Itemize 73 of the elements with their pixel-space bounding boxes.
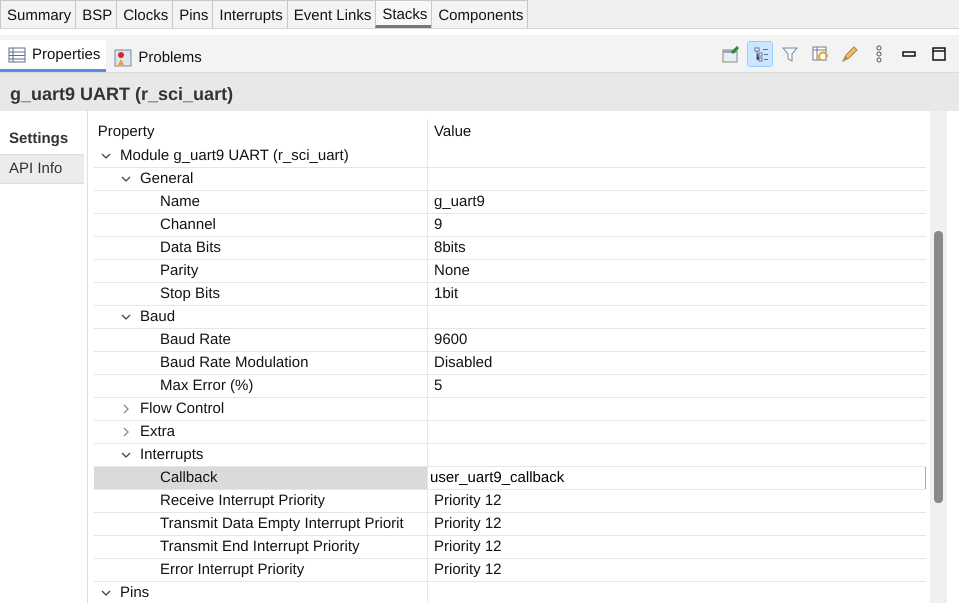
- scrollbar[interactable]: [930, 111, 947, 603]
- pin-window-icon: [721, 44, 740, 62]
- pen-icon: [840, 44, 858, 62]
- tree-row[interactable]: Error Interrupt Priority Priority 12: [94, 559, 926, 582]
- property-name: Module g_uart9 UART (r_sci_uart): [120, 146, 349, 166]
- property-value: Priority 12: [434, 560, 502, 580]
- tree-row[interactable]: Module g_uart9 UART (r_sci_uart): [94, 145, 926, 168]
- editor-tab[interactable]: Components: [431, 0, 528, 28]
- property-name: Baud Rate Modulation: [160, 352, 308, 373]
- tree-row[interactable]: Baud Rate 9600: [94, 329, 926, 352]
- property-name: Baud: [140, 306, 176, 327]
- property-name: Transmit End Interrupt Priority: [160, 536, 360, 557]
- property-value: 5: [434, 376, 442, 396]
- property-name: Error Interrupt Priority: [160, 560, 304, 580]
- side-tab[interactable]: API Info: [0, 154, 84, 184]
- scrollbar-thumb[interactable]: [934, 231, 943, 503]
- tree-row[interactable]: Callback user_uart9_callback: [94, 467, 926, 490]
- property-name: Max Error (%): [160, 376, 254, 396]
- tree-row[interactable]: Receive Interrupt Priority Priority 12: [94, 490, 926, 513]
- tree-row[interactable]: General: [94, 168, 926, 191]
- tree-row[interactable]: Max Error (%) 5: [94, 375, 926, 398]
- property-name: Pins: [120, 582, 150, 603]
- tree-row[interactable]: Transmit End Interrupt Priority Priority 12: [94, 536, 926, 559]
- minimize-icon: [902, 50, 916, 56]
- tree-row[interactable]: Parity None: [94, 260, 926, 283]
- tree-row[interactable]: Name g_uart9: [94, 191, 926, 214]
- tree-row[interactable]: Transmit Data Empty Interrupt Priorit Priority 12: [94, 513, 926, 536]
- tree-row[interactable]: Channel 9: [94, 214, 926, 237]
- tree-button[interactable]: [747, 40, 773, 66]
- property-name: Extra: [140, 422, 176, 442]
- editor-tab[interactable]: Summary: [0, 0, 76, 28]
- tree-row[interactable]: Baud: [94, 306, 926, 329]
- property-value: 9600: [434, 330, 468, 350]
- property-name: Baud Rate: [160, 330, 231, 350]
- tree-row[interactable]: Data Bits 8bits: [94, 237, 926, 260]
- view-menu-icon: [876, 44, 882, 62]
- tree-row[interactable]: Baud Rate Modulation Disabled: [94, 352, 926, 375]
- property-name: Transmit Data Empty Interrupt Priorit: [160, 514, 404, 534]
- problems-icon: [114, 48, 132, 67]
- property-value: 9: [434, 214, 442, 235]
- editor-tab[interactable]: Stacks: [375, 0, 432, 28]
- view-tab[interactable]: Properties: [0, 40, 106, 72]
- property-name: Flow Control: [140, 398, 224, 419]
- property-name: Stop Bits: [160, 284, 220, 304]
- view-tab[interactable]: Problems: [106, 42, 208, 72]
- property-name: Channel: [160, 214, 216, 235]
- property-name: Interrupts: [140, 444, 204, 465]
- property-value: 8bits: [434, 238, 466, 258]
- tree-row[interactable]: Stop Bits 1bit: [94, 283, 926, 306]
- property-name: Data Bits: [160, 238, 221, 258]
- property-value: 1bit: [434, 284, 458, 304]
- property-value: None: [434, 260, 470, 281]
- panel-title: g_uart9 UART (r_sci_uart): [0, 73, 959, 111]
- property-value: Priority 12: [434, 536, 502, 557]
- property-value: g_uart9: [434, 192, 485, 212]
- property-name: General: [140, 168, 194, 189]
- maximize-icon: [930, 44, 948, 62]
- property-value: Disabled: [434, 352, 492, 373]
- filter-icon: [780, 44, 799, 62]
- property-value: Priority 12: [434, 514, 502, 534]
- property-name: Callback: [160, 468, 218, 488]
- tree-row[interactable]: Flow Control: [94, 398, 926, 421]
- tree-row[interactable]: Interrupts: [94, 444, 926, 467]
- column-header: Property: [96, 122, 154, 142]
- table-undo-icon: [810, 44, 828, 62]
- property-value: Priority 12: [434, 490, 502, 511]
- table-icon: [8, 46, 26, 63]
- value-input-field[interactable]: user_uart9_callback: [428, 467, 926, 489]
- property-name: Parity: [160, 260, 198, 281]
- property-name: Receive Interrupt Priority: [160, 490, 326, 511]
- column-header: Value: [434, 122, 472, 142]
- tree-row[interactable]: Extra: [94, 421, 926, 444]
- property-name: Name: [160, 192, 200, 212]
